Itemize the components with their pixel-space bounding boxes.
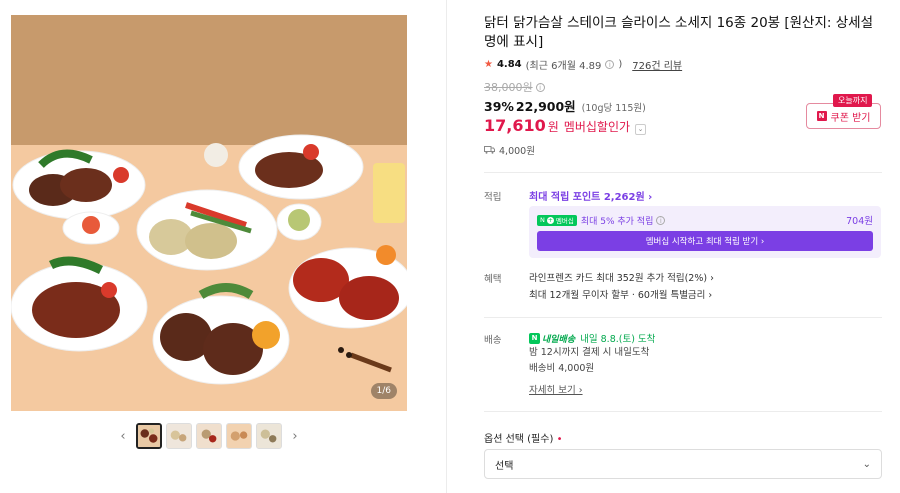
option-select-value: 선택: [495, 460, 514, 472]
benefit-list: 라인프렌즈 카드 최대 352원 추가 적립(2%) › 최대 12개월 무이자…: [529, 270, 714, 304]
option-label: 옵션 선택 (필수) •: [484, 434, 563, 445]
chevron-down-icon: ⌄: [862, 458, 871, 470]
rating-row: ★ 4.84 (최근 6개월 4.89 i) 726건 리뷰: [484, 57, 682, 72]
sale-price-row: 39% 22,900원 (10g당 115원): [484, 96, 646, 115]
thumb-prev-arrow-icon[interactable]: ‹: [114, 423, 132, 449]
star-icon: ★: [484, 59, 493, 70]
divider: [484, 317, 882, 318]
thumbnail-5[interactable]: [256, 423, 282, 449]
membership-points-box: N + 멤버십 최대 5% 추가 적립 i 704원 멤버십 시작하고 최대 적립 …: [529, 206, 881, 258]
member-price-unit: 원: [547, 120, 559, 134]
truck-icon: [484, 146, 495, 154]
chevron-down-icon[interactable]: ⌄: [635, 124, 647, 135]
thumbnail-2[interactable]: [166, 423, 192, 449]
divider: [484, 172, 882, 173]
member-price-row: 17,610 원 멤버십할인가 ⌄: [484, 116, 647, 135]
extra-points-amount: 704원: [846, 216, 873, 227]
member-price: 17,610: [484, 116, 546, 135]
original-price-row: 38,000원 i: [484, 79, 545, 95]
benefit-label: 혜택: [484, 274, 502, 285]
arrival-date: 내일 8.8.(토) 도착: [580, 334, 656, 345]
thumbnail-1[interactable]: [136, 423, 162, 449]
delivery-fee-row: 4,000원: [484, 143, 535, 157]
start-membership-button[interactable]: 멤버십 시작하고 최대 적립 받기 ›: [537, 231, 873, 251]
naver-n-icon: N: [529, 332, 540, 344]
shipping-details: 밤 12시까지 결제 시 내일도착 배송비 4,000원: [529, 345, 649, 377]
shipping-label: 배송: [484, 335, 502, 346]
member-price-label: 멤버십할인가: [563, 120, 631, 134]
thumbnail-4[interactable]: [226, 423, 252, 449]
main-product-image[interactable]: 1/6: [11, 15, 407, 411]
coupon-button-label: 쿠폰 받기: [830, 112, 871, 124]
product-info: 닭터 닭가슴살 스테이크 슬라이스 소세지 16종 20봉 [원산지: 상세설명…: [484, 0, 884, 493]
delivery-fee: 4,000원: [499, 146, 535, 157]
installment-benefit-link[interactable]: 최대 12개월 무이자 할부 · 60개월 특별금리 ›: [529, 287, 714, 304]
points-label: 적립: [484, 192, 502, 203]
discount-rate: 39%: [484, 99, 514, 114]
naver-n-icon: N: [816, 111, 827, 121]
option-select-dropdown[interactable]: 선택 ⌄: [484, 449, 882, 479]
shipping-details-link[interactable]: 자세히 보기 ›: [529, 382, 583, 396]
card-benefit-link[interactable]: 라인프렌즈 카드 최대 352원 추가 적립(2%) ›: [529, 270, 714, 287]
recent-rating-close: ): [618, 59, 623, 70]
image-counter: 1/6: [370, 383, 397, 399]
next-day-delivery-badge: N 내일배송: [529, 332, 575, 345]
shipping-arrival-row: N 내일배송 내일 8.8.(토) 도착: [529, 331, 655, 345]
shipping-fee-text: 배송비 4,000원: [529, 363, 595, 374]
unit-price: (10g당 115원): [581, 103, 646, 114]
points-info-icon[interactable]: i: [656, 215, 666, 225]
food-photo: [11, 15, 407, 411]
recent-rating: (최근 6개월 4.89: [525, 61, 602, 72]
thumbnail-strip: ‹ ›: [0, 422, 418, 450]
extra-points-rate: 최대 5% 추가 적립: [580, 216, 654, 227]
original-price: 38,000원: [484, 81, 533, 94]
price-info-icon[interactable]: i: [535, 82, 545, 92]
required-marker: •: [556, 434, 563, 445]
product-gallery: 1/6 ‹ ›: [0, 0, 446, 493]
naver-plus-membership-badge: N + 멤버십: [537, 214, 577, 226]
product-title: 닭터 닭가슴살 스테이크 슬라이스 소세지 16종 20봉 [원산지: 상세설명…: [484, 15, 874, 50]
info-icon[interactable]: i: [605, 60, 615, 69]
thumb-next-arrow-icon[interactable]: ›: [286, 423, 304, 449]
column-divider: [446, 0, 447, 493]
divider: [484, 411, 882, 412]
max-points-link[interactable]: 최대 적립 포인트 2,262원 ›: [529, 188, 652, 203]
coupon-deadline-badge: 오늘까지: [833, 94, 873, 107]
points-box-header: N + 멤버십 최대 5% 추가 적립 i 704원: [537, 214, 873, 227]
review-count-link[interactable]: 726건 리뷰: [632, 57, 682, 72]
thumbnail-3[interactable]: [196, 423, 222, 449]
order-cutoff-text: 밤 12시까지 결제 시 내일도착: [529, 347, 650, 358]
rating-value: 4.84: [496, 59, 522, 70]
sale-price: 22,900원: [515, 99, 576, 114]
